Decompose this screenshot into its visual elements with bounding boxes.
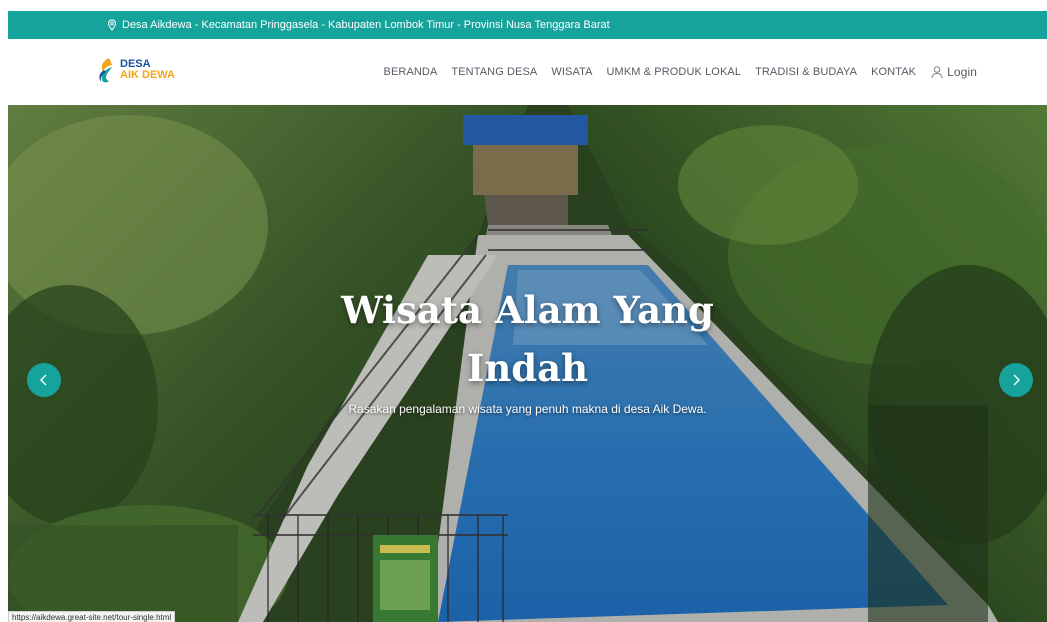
login-link[interactable]: Login <box>930 65 977 79</box>
main-navbar: DESA AIK DEWA BERANDA TENTANG DESA WISAT… <box>8 39 1047 105</box>
chevron-left-icon <box>40 374 47 386</box>
address-text: Desa Aikdewa - Kecamatan Pringgasela - K… <box>122 19 610 31</box>
nav-wisata[interactable]: WISATA <box>551 66 592 78</box>
status-bar-url: https://aikdewa.great-site.net/tour-sing… <box>8 611 176 622</box>
top-info-bar: Desa Aikdewa - Kecamatan Pringgasela - K… <box>8 11 1047 39</box>
hero-title-line-2: Indah <box>467 346 588 390</box>
logo-mark-icon <box>99 58 112 83</box>
site-logo[interactable]: DESA AIK DEWA <box>96 56 175 84</box>
logo-wordmark: DESA AIK DEWA <box>120 59 175 81</box>
hero-title: Wisata Alam Yang Indah <box>8 281 1047 397</box>
hero-slider: Wisata Alam Yang Indah Rasakan pengalama… <box>8 105 1047 622</box>
browser-page: Desa Aikdewa - Kecamatan Pringgasela - K… <box>8 11 1047 622</box>
slider-next-button[interactable] <box>999 363 1033 397</box>
logo-line-2: AIK DEWA <box>120 69 175 81</box>
hero-subtitle: Rasakan pengalaman wisata yang penuh mak… <box>348 402 707 416</box>
nav-tradisi-budaya[interactable]: TRADISI & BUDAYA <box>755 66 857 78</box>
nav-kontak[interactable]: KONTAK <box>871 66 916 78</box>
location-pin-icon <box>106 19 118 31</box>
user-icon <box>931 66 943 79</box>
hero-title-line-1: Wisata Alam Yang <box>341 288 714 332</box>
chevron-right-icon <box>1013 374 1020 386</box>
nav-tentang-desa[interactable]: TENTANG DESA <box>451 66 537 78</box>
slider-prev-button[interactable] <box>27 363 61 397</box>
login-label: Login <box>947 65 977 79</box>
main-menu: BERANDA TENTANG DESA WISATA UMKM & PRODU… <box>384 39 977 105</box>
nav-beranda[interactable]: BERANDA <box>384 66 438 78</box>
nav-umkm-produk-lokal[interactable]: UMKM & PRODUK LOKAL <box>607 66 742 78</box>
